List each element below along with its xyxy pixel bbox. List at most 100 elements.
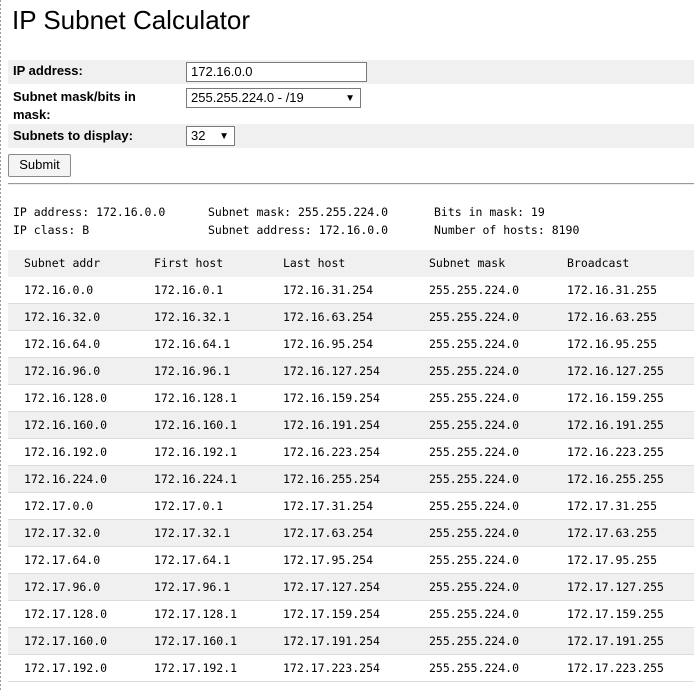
cell-subnet-addr: 172.16.0.0 [8, 277, 138, 304]
subnets-display-select[interactable]: 32 ▼ [186, 126, 235, 146]
table-row: 172.16.64.0 172.16.64.1 172.16.95.254 255.2… [8, 330, 694, 358]
cell-broadcast: 172.16.63.255 [551, 303, 694, 331]
subnets-display-row: Subnets to display: 32 ▼ [8, 124, 694, 148]
table-row: 172.17.0.0 172.17.0.1 172.17.31.254 255.255… [8, 492, 694, 520]
cell-first-host: 172.16.192.1 [138, 438, 267, 466]
subnets-display-label: Subnets to display: [13, 128, 133, 143]
cell-first-host: 172.16.64.1 [138, 330, 267, 358]
cell-subnet-mask: 255.255.224.0 [413, 277, 551, 304]
cell-first-host: 172.16.224.1 [138, 465, 267, 493]
cell-broadcast: 172.16.31.255 [551, 277, 694, 304]
table-row: 172.17.64.0 172.17.64.1 172.17.95.254 255.2… [8, 546, 694, 574]
cell-subnet-addr: 172.16.96.0 [8, 357, 138, 385]
cell-last-host: 172.17.223.254 [267, 654, 413, 682]
cell-first-host: 172.17.192.1 [138, 654, 267, 682]
cell-last-host: 172.17.127.254 [267, 573, 413, 601]
column-header-subnet-addr: Subnet addr [8, 250, 138, 277]
subnet-mask-select[interactable]: 255.255.224.0 - /19 ▼ [186, 88, 361, 108]
cell-last-host: 172.16.31.254 [267, 277, 413, 304]
cell-subnet-addr: 172.16.32.0 [8, 303, 138, 331]
cell-subnet-addr: 172.17.64.0 [8, 546, 138, 574]
summary-subnet-address: Subnet address: 172.16.0.0 [208, 223, 389, 237]
cell-broadcast: 172.17.127.255 [551, 573, 694, 601]
column-header-subnet-mask: Subnet mask [413, 250, 551, 277]
cell-subnet-addr: 172.17.160.0 [8, 627, 138, 655]
summary-ip-class: IP class: B [13, 223, 90, 237]
cell-last-host: 172.17.63.254 [267, 519, 413, 547]
table-row: 172.16.32.0 172.16.32.1 172.16.63.254 255.2… [8, 303, 694, 331]
cell-subnet-addr: 172.17.32.0 [8, 519, 138, 547]
cell-subnet-mask: 255.255.224.0 [413, 384, 551, 412]
cell-subnet-mask: 255.255.224.0 [413, 357, 551, 385]
cell-broadcast: 172.16.159.255 [551, 384, 694, 412]
cell-broadcast: 172.17.95.255 [551, 546, 694, 574]
cell-subnet-mask: 255.255.224.0 [413, 654, 551, 682]
table-row: 172.17.192.0 172.17.192.1 172.17.223.254 25… [8, 654, 694, 682]
cell-last-host: 172.16.255.254 [267, 465, 413, 493]
cell-first-host: 172.17.32.1 [138, 519, 267, 547]
cell-last-host: 172.17.31.254 [267, 492, 413, 520]
subnet-mask-value: 255.255.224.0 - /19 [191, 90, 304, 105]
column-header-broadcast: Broadcast [551, 250, 694, 277]
column-header-last-host: Last host [267, 250, 413, 277]
page-title: IP Subnet Calculator [12, 5, 250, 35]
summary-bits-in-mask: Bits in mask: 19 [434, 205, 545, 219]
ip-address-label: IP address: [13, 63, 83, 78]
cell-broadcast: 172.17.159.255 [551, 600, 694, 628]
summary-number-of-hosts: Number of hosts: 8190 [434, 223, 580, 237]
cell-subnet-mask: 255.255.224.0 [413, 330, 551, 358]
cell-subnet-mask: 255.255.224.0 [413, 438, 551, 466]
cell-first-host: 172.16.128.1 [138, 384, 267, 412]
cell-broadcast: 172.16.191.255 [551, 411, 694, 439]
cell-subnet-mask: 255.255.224.0 [413, 465, 551, 493]
cell-subnet-addr: 172.16.128.0 [8, 384, 138, 412]
cell-subnet-mask: 255.255.224.0 [413, 492, 551, 520]
cell-first-host: 172.17.128.1 [138, 600, 267, 628]
subnet-mask-row: Subnet mask/bits in mask: 255.255.224.0 … [8, 86, 694, 122]
submit-button[interactable]: Submit [8, 154, 71, 177]
summary-ip-address: IP address: 172.16.0.0 [13, 205, 166, 219]
cell-broadcast: 172.17.191.255 [551, 627, 694, 655]
cell-subnet-addr: 172.17.0.0 [8, 492, 138, 520]
table-row: 172.16.192.0 172.16.192.1 172.16.223.254 25… [8, 438, 694, 466]
cell-subnet-addr: 172.16.224.0 [8, 465, 138, 493]
cell-first-host: 172.16.96.1 [138, 357, 267, 385]
cell-broadcast: 172.16.223.255 [551, 438, 694, 466]
cell-broadcast: 172.16.95.255 [551, 330, 694, 358]
table-row: 172.16.0.0 172.16.0.1 172.16.31.254 255.255… [8, 277, 694, 304]
cell-broadcast: 172.16.127.255 [551, 357, 694, 385]
summary-subnet-mask: Subnet mask: 255.255.224.0 [208, 205, 389, 219]
cell-subnet-addr: 172.16.192.0 [8, 438, 138, 466]
cell-last-host: 172.17.191.254 [267, 627, 413, 655]
cell-subnet-addr: 172.17.192.0 [8, 654, 138, 682]
cell-first-host: 172.16.160.1 [138, 411, 267, 439]
cell-last-host: 172.16.191.254 [267, 411, 413, 439]
cell-subnet-addr: 172.17.128.0 [8, 600, 138, 628]
ip-address-input[interactable]: 172.16.0.0 [186, 62, 367, 82]
cell-last-host: 172.16.159.254 [267, 384, 413, 412]
table-row: 172.16.224.0 172.16.224.1 172.16.255.254 25… [8, 465, 694, 493]
subnet-mask-label: Subnet mask/bits in mask: [13, 89, 136, 122]
cell-last-host: 172.16.127.254 [267, 357, 413, 385]
cell-broadcast: 172.17.31.255 [551, 492, 694, 520]
cell-broadcast: 172.16.255.255 [551, 465, 694, 493]
cell-last-host: 172.17.95.254 [267, 546, 413, 574]
cell-subnet-mask: 255.255.224.0 [413, 303, 551, 331]
cell-subnet-mask: 255.255.224.0 [413, 519, 551, 547]
cell-subnet-addr: 172.17.96.0 [8, 573, 138, 601]
table-row: 172.17.128.0 172.17.128.1 172.17.159.254 25… [8, 600, 694, 628]
cell-first-host: 172.17.160.1 [138, 627, 267, 655]
cell-subnet-mask: 255.255.224.0 [413, 573, 551, 601]
cell-broadcast: 172.17.223.255 [551, 654, 694, 682]
cell-last-host: 172.16.223.254 [267, 438, 413, 466]
subnet-table: Subnet addr First host Last host Subnet … [8, 250, 694, 682]
cell-last-host: 172.17.159.254 [267, 600, 413, 628]
cell-subnet-mask: 255.255.224.0 [413, 411, 551, 439]
table-row: 172.16.96.0 172.16.96.1 172.16.127.254 255.… [8, 357, 694, 385]
table-row: 172.16.128.0 172.16.128.1 172.16.159.254 25… [8, 384, 694, 412]
cell-broadcast: 172.17.63.255 [551, 519, 694, 547]
cell-last-host: 172.16.95.254 [267, 330, 413, 358]
ip-address-row: IP address: 172.16.0.0 [8, 60, 694, 84]
page-left-border [0, 0, 1, 690]
table-row: 172.16.160.0 172.16.160.1 172.16.191.254 25… [8, 411, 694, 439]
